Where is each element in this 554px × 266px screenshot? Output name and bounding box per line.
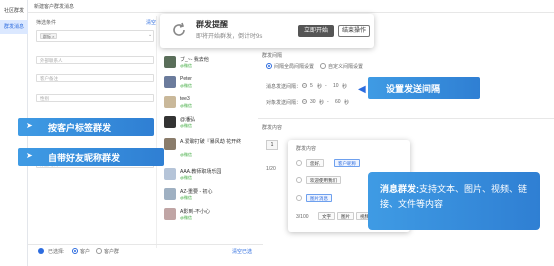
selected-dot bbox=[38, 248, 44, 254]
message-interval-max-value[interactable]: 10 bbox=[333, 83, 339, 89]
header-divider bbox=[28, 12, 554, 13]
bottom-divider bbox=[28, 244, 263, 245]
start-now-button[interactable]: 立即开始 bbox=[298, 25, 334, 37]
tag-chip[interactable]: 群标 × bbox=[40, 33, 58, 39]
editor-item-marker bbox=[296, 177, 302, 183]
filter-clear-link[interactable]: 清空 bbox=[146, 19, 156, 26]
contact-name: ブ_~- 我去他 bbox=[180, 57, 209, 63]
toast-subtitle: 即将开始群发，倒计时9s bbox=[196, 34, 263, 40]
tool-text-button[interactable]: 文字 bbox=[318, 212, 335, 220]
message-interval-label: 消息发送间隔： bbox=[266, 84, 302, 90]
editor-item-marker bbox=[296, 160, 302, 166]
callout-interval: 设置发送间隔 bbox=[368, 77, 480, 99]
contact-sub: @微信 bbox=[180, 152, 193, 157]
radio-group[interactable] bbox=[96, 248, 102, 254]
contact-sub: @微信 bbox=[180, 63, 193, 68]
target-interval-min-stepper[interactable]: − bbox=[302, 99, 307, 104]
avatar bbox=[164, 208, 176, 220]
callout-message-types-bold: 消息群发: bbox=[380, 184, 419, 194]
tag-chip-label: 群标 bbox=[43, 34, 51, 39]
avatar bbox=[164, 96, 176, 108]
filter-heading: 筛选条件 bbox=[36, 20, 57, 26]
content-item-index: 1 bbox=[266, 140, 278, 150]
callout-tag-mass-text: 按客户标签群发 bbox=[48, 123, 112, 133]
end-operation-button[interactable]: 结束操作 bbox=[338, 25, 370, 37]
filter-input-3[interactable]: 性别 bbox=[36, 94, 154, 102]
sidebar-item-mass-message[interactable]: 群发消息 bbox=[0, 20, 28, 34]
contact-name: Peter bbox=[180, 76, 192, 82]
text-chip-greeting[interactable]: 您好, bbox=[306, 159, 325, 167]
contact-name: AZ-重要 - 初心 bbox=[180, 189, 213, 195]
contact-name: @潘弘 bbox=[180, 117, 196, 123]
radio-customer[interactable] bbox=[72, 248, 78, 254]
callout-nickname-mass: ➤ 自带好友昵称群发 bbox=[18, 148, 164, 166]
contact-sub: @微信 bbox=[180, 215, 193, 220]
contact-name: A影到-不小心 bbox=[180, 209, 211, 215]
editor-item-marker bbox=[296, 195, 302, 201]
selected-label: 已选择: bbox=[48, 249, 65, 255]
sidebar-item-community[interactable]: 社区群发 bbox=[0, 4, 28, 18]
message-interval-max-unit: 秒 bbox=[342, 84, 348, 90]
interval-section-title: 群发间隔 bbox=[262, 53, 283, 59]
callout-arrow-icon: ➤ bbox=[26, 121, 33, 130]
toast-title: 群发提醒 bbox=[196, 20, 228, 29]
avatar bbox=[164, 116, 176, 128]
target-interval-dash: - bbox=[327, 99, 329, 105]
target-interval-label: 对象发送间隔： bbox=[266, 100, 302, 106]
radio-global-interval[interactable] bbox=[266, 63, 272, 69]
callout-interval-text: 设置发送间隔 bbox=[386, 84, 441, 94]
text-chip-welcome[interactable]: 欢迎使用我们 bbox=[306, 176, 341, 184]
contact-sub: @微信 bbox=[180, 123, 193, 128]
avatar bbox=[164, 138, 176, 150]
radio-global-interval-label: 间隔全局间隔设置 bbox=[274, 64, 315, 70]
contact-list: ブ_~- 我去他 @微信 Peter @微信 tee3 @微信 @潘弘 @微信 … bbox=[160, 16, 256, 248]
page-title: 新建客户群发消息 bbox=[34, 4, 75, 10]
callout-nickname-mass-text: 自带好友昵称群发 bbox=[48, 153, 121, 163]
content-counter: 1/20 bbox=[266, 166, 276, 172]
target-interval-min-value[interactable]: 30 bbox=[310, 99, 316, 105]
tool-image-button[interactable]: 图片 bbox=[337, 212, 354, 220]
avatar bbox=[164, 56, 176, 68]
nickname-chip[interactable]: 客户昵称 bbox=[334, 159, 360, 167]
config-divider bbox=[258, 118, 554, 119]
editor-counter: 3/100 bbox=[296, 214, 309, 220]
message-interval-min-value[interactable]: 5 bbox=[310, 83, 313, 89]
radio-custom-interval[interactable] bbox=[320, 63, 326, 69]
clear-selected-link[interactable]: 清空已选 bbox=[232, 248, 252, 255]
radio-custom-interval-label: 自定义间隔设置 bbox=[328, 64, 364, 70]
radio-group-label: 客户群 bbox=[104, 249, 120, 255]
close-icon[interactable]: × bbox=[52, 34, 54, 39]
chevron-down-icon[interactable]: ⌄ bbox=[148, 32, 152, 38]
contact-name: tee3 bbox=[180, 96, 190, 102]
callout-tag-mass: ➤ 按客户标签群发 bbox=[18, 118, 154, 136]
avatar bbox=[164, 168, 176, 180]
contact-sub: @微信 bbox=[180, 103, 193, 108]
image-chip[interactable]: 图片消息 bbox=[306, 194, 332, 202]
contact-sub: @微信 bbox=[180, 195, 193, 200]
message-interval-dash: - bbox=[325, 83, 327, 89]
target-interval-max-value[interactable]: 60 bbox=[335, 99, 341, 105]
avatar bbox=[164, 76, 176, 88]
editor-title: 群发内容 bbox=[296, 146, 317, 152]
avatar bbox=[164, 188, 176, 200]
contact-name: AAA.教师职场乐园 bbox=[180, 169, 222, 175]
target-interval-max-unit: 秒 bbox=[344, 100, 350, 106]
message-interval-min-unit: 秒 bbox=[317, 84, 323, 90]
target-interval-min-unit: 秒 bbox=[319, 100, 325, 106]
contact-sub: @微信 bbox=[180, 175, 193, 180]
filter-input-1[interactable]: 外部联系人 bbox=[36, 56, 154, 64]
filter-input-2[interactable]: 客户备注 bbox=[36, 74, 154, 82]
refresh-icon bbox=[170, 21, 188, 39]
callout-message-types-text: 消息群发:支持文本、图片、视频、链接、文件等内容 bbox=[380, 182, 532, 212]
arrow-left-icon: ◀ bbox=[358, 84, 366, 95]
message-interval-min-stepper[interactable]: − bbox=[302, 83, 307, 88]
callout-message-types: 消息群发:支持文本、图片、视频、链接、文件等内容 bbox=[368, 172, 540, 230]
callout-arrow-icon: ➤ bbox=[26, 151, 33, 160]
content-section-title: 群发内容 bbox=[262, 125, 283, 131]
contact-sub: @微信 bbox=[180, 83, 193, 88]
radio-customer-label: 客户 bbox=[80, 249, 91, 255]
contact-name: A.爱聊打破『暴风劫 花开终 bbox=[180, 139, 242, 145]
